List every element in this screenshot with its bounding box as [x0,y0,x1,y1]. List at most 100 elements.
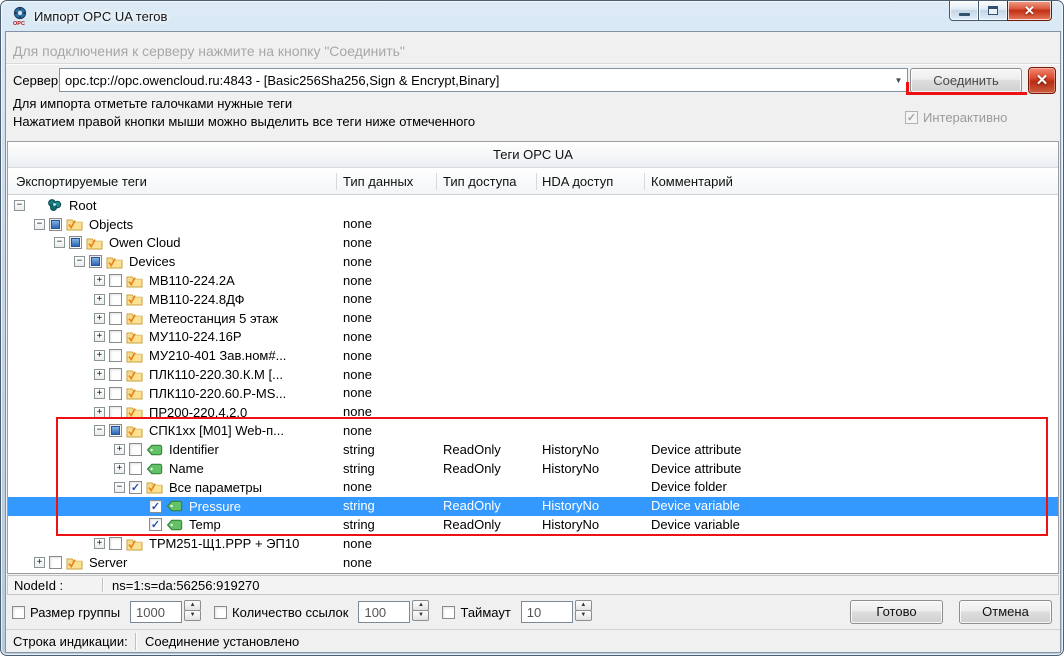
dialog-client-area: Для подключения к серверу нажмите на кно… [5,31,1061,653]
expander-toggle[interactable]: + [114,444,125,455]
row-checkbox[interactable] [129,443,142,456]
minimize-icon [959,13,970,16]
spin-down-icon[interactable]: ▼ [184,610,201,621]
expander-toggle[interactable]: − [114,482,125,493]
tag-icon [146,443,163,457]
expander-toggle[interactable]: + [114,463,125,474]
chevron-down-icon[interactable]: ▼ [890,76,907,85]
tree-row[interactable]: + МУ210-401 Зав.ном#... none [8,346,1058,365]
expander-toggle[interactable]: + [94,407,105,418]
tree-row[interactable]: + ПЛК110-220.60.Р-MS... none [8,384,1058,403]
col-header-dtype[interactable]: Тип данных [343,168,413,195]
expander-toggle[interactable]: + [94,369,105,380]
expander-toggle[interactable]: + [94,275,105,286]
row-checkbox[interactable] [109,312,122,325]
timeout-checkbox[interactable] [442,606,455,619]
maximize-button[interactable] [978,1,1008,21]
tree-row[interactable]: − СПК1хх [M01] Web-п... none [8,422,1058,441]
row-checkbox[interactable] [109,274,122,287]
expander-toggle[interactable]: + [34,557,45,568]
col-header-comment[interactable]: Комментарий [651,168,733,195]
col-header-tags[interactable]: Экспортируемые теги [16,168,147,195]
group-size-value[interactable]: 1000 [130,601,182,623]
maximize-icon [988,6,998,15]
tree-row[interactable]: + МВ110-224.8ДФ none [8,290,1058,309]
group-size-checkbox[interactable] [12,606,25,619]
expander-toggle[interactable]: − [94,425,105,436]
expander-toggle[interactable]: − [54,237,65,248]
tree-label: МУ210-401 Зав.ном#... [147,348,288,363]
expander-toggle[interactable]: + [94,350,105,361]
col-header-access[interactable]: Тип доступа [443,168,516,195]
expander-toggle[interactable]: + [94,331,105,342]
titlebar[interactable]: OPC Импорт OPC UA тегов ✕ [1,1,1063,31]
nodeid-value: ns=1:s=da:56256:919270 [112,578,259,593]
tree-label: ПР200-220.4.2.0 [147,405,249,420]
row-checkbox[interactable]: ✓ [149,518,162,531]
server-combobox[interactable]: opc.tcp://opc.owencloud.ru:4843 - [Basic… [59,68,908,92]
ref-count-checkbox[interactable] [214,606,227,619]
row-checkbox[interactable] [109,387,122,400]
group-size-label: Размер группы [30,605,120,620]
expander-toggle[interactable]: + [94,538,105,549]
tree-row[interactable]: ✓ Pressure string ReadOnly HistoryNo Dev… [8,497,1058,516]
row-checkbox[interactable] [109,330,122,343]
row-checkbox[interactable] [109,293,122,306]
cell-dtype: none [343,555,372,570]
expander-toggle[interactable]: + [94,294,105,305]
tree-row[interactable]: + Метеостанция 5 этаж none [8,309,1058,328]
tree-row[interactable]: − ✓ Все параметры none Device folder [8,478,1058,497]
tree-row[interactable]: − Devices none [8,252,1058,271]
tree-row[interactable]: ✓ Temp string ReadOnly HistoryNo Device … [8,516,1058,535]
tree-row[interactable]: + МУ110-224.16Р none [8,328,1058,347]
expander-toggle[interactable]: + [94,313,105,324]
row-checkbox[interactable] [69,236,82,249]
opc-app-icon: OPC [10,6,30,26]
minimize-button[interactable] [949,1,979,21]
col-header-hda[interactable]: HDA доступ [542,168,613,195]
row-checkbox[interactable] [109,424,122,437]
expander-toggle[interactable]: − [14,200,25,211]
expander-toggle[interactable]: − [74,256,85,267]
cell-dtype: none [343,273,372,288]
row-checkbox[interactable] [49,218,62,231]
row-checkbox[interactable] [129,462,142,475]
row-checkbox[interactable] [109,406,122,419]
cell-dtype: none [343,404,372,419]
ref-count-value[interactable]: 100 [358,601,410,623]
tree-row[interactable]: − Owen Cloud none [8,234,1058,253]
folder-tag-icon [126,292,143,306]
timeout-value[interactable]: 10 [521,601,573,623]
row-checkbox[interactable] [109,537,122,550]
expander-toggle[interactable]: − [34,219,45,230]
tree-row[interactable]: − Objects none [8,215,1058,234]
tree-row[interactable]: + ПЛК110-220.30.К.М [... none [8,365,1058,384]
spin-down-icon[interactable]: ▼ [575,610,592,621]
expander-toggle[interactable]: + [94,388,105,399]
cell-access: ReadOnly [443,442,501,457]
status-value: Соединение установлено [145,634,299,649]
row-checkbox[interactable] [49,556,62,569]
cell-dtype: none [343,423,372,438]
tree-row[interactable]: − Root [8,196,1058,215]
cancel-button[interactable]: Отмена [959,600,1052,624]
close-button[interactable]: ✕ [1007,1,1052,21]
tree-row[interactable]: + Server none [8,553,1058,572]
tree-row[interactable]: + Identifier string ReadOnly HistoryNo D… [8,440,1058,459]
row-checkbox[interactable] [89,255,102,268]
group-size-stepper: 1000 ▲ ▼ [130,601,201,623]
row-checkbox[interactable]: ✓ [129,481,142,494]
tree-row[interactable]: + Name string ReadOnly HistoryNo Device … [8,459,1058,478]
tree-row[interactable]: + МВ110-224.2А none [8,271,1058,290]
done-button[interactable]: Готово [850,600,943,624]
row-checkbox[interactable] [109,349,122,362]
interactive-checkbox[interactable]: ✓ [905,111,918,124]
row-checkbox[interactable]: ✓ [149,500,162,513]
tree-row[interactable]: + ТРМ251-Щ1.РРР + ЭП10 none [8,534,1058,553]
spin-down-icon[interactable]: ▼ [412,610,429,621]
tree-row[interactable]: + ПР200-220.4.2.0 none [8,403,1058,422]
row-checkbox[interactable] [109,368,122,381]
tree-label: Objects [87,217,135,232]
window-title: Импорт OPC UA тегов [34,9,167,24]
disconnect-button[interactable]: ✕ [1028,67,1056,94]
